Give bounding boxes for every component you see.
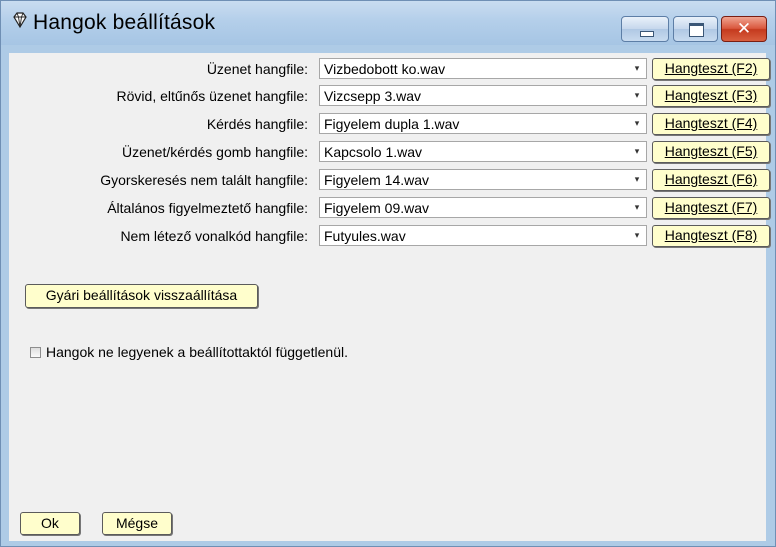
- select-value: Futyules.wav: [324, 228, 406, 244]
- sound-test-button-f4[interactable]: Hangteszt (F4): [652, 113, 770, 135]
- gem-icon: [13, 12, 27, 29]
- row-label-vonalkod: Nem létező vonalkód hangfile:: [120, 228, 308, 244]
- select-value: Kapcsolo 1.wav: [324, 144, 423, 160]
- sound-test-button-f8[interactable]: Hangteszt (F8): [652, 225, 770, 247]
- chevron-down-icon[interactable]: ▾: [630, 59, 644, 78]
- minimize-button[interactable]: [621, 16, 669, 42]
- chevron-down-icon[interactable]: ▾: [630, 142, 644, 161]
- independent-sounds-checkbox[interactable]: [30, 347, 41, 358]
- factory-reset-button[interactable]: Gyári beállítások visszaállítása: [25, 284, 258, 308]
- sound-select-altalanos[interactable]: Figyelem 09.wav ▾: [319, 197, 647, 218]
- dialog-client-area: Üzenet hangfile: Vizbedobott ko.wav ▾ Ha…: [9, 53, 770, 541]
- chevron-down-icon[interactable]: ▾: [630, 226, 644, 245]
- row-label-altalanos: Általános figyelmeztető hangfile:: [107, 200, 308, 216]
- select-value: Figyelem dupla 1.wav: [324, 116, 460, 132]
- sound-select-rovid[interactable]: Vizcsepp 3.wav ▾: [319, 85, 647, 106]
- row-label-gomb: Üzenet/kérdés gomb hangfile:: [122, 144, 308, 160]
- row-label-kerdes: Kérdés hangfile:: [206, 116, 308, 132]
- row-label-rovid: Rövid, eltűnős üzenet hangfile:: [116, 88, 308, 104]
- close-icon: ✕: [736, 19, 752, 39]
- row-label-uzenet: Üzenet hangfile:: [206, 61, 308, 77]
- cancel-button[interactable]: Mégse: [102, 512, 172, 535]
- sound-test-button-f5[interactable]: Hangteszt (F5): [652, 141, 770, 163]
- row-label-gyorskereses: Gyorskeresés nem talált hangfile:: [100, 172, 308, 188]
- sound-test-button-f7[interactable]: Hangteszt (F7): [652, 197, 770, 219]
- minimize-icon: [640, 31, 654, 37]
- sound-select-uzenet[interactable]: Vizbedobott ko.wav ▾: [319, 58, 647, 79]
- sound-test-button-f2[interactable]: Hangteszt (F2): [652, 58, 770, 80]
- checkbox-label[interactable]: Hangok ne legyenek a beállítottaktól füg…: [46, 344, 348, 360]
- sound-select-kerdes[interactable]: Figyelem dupla 1.wav ▾: [319, 113, 647, 134]
- select-value: Vizbedobott ko.wav: [324, 61, 446, 77]
- select-value: Vizcsepp 3.wav: [324, 88, 422, 104]
- maximize-icon: [689, 23, 704, 37]
- title-bar[interactable]: Hangok beállítások ✕: [1, 1, 775, 45]
- sound-settings-window: Hangok beállítások ✕ Üzenet hangfile: Vi…: [0, 0, 776, 547]
- chevron-down-icon[interactable]: ▾: [630, 86, 644, 105]
- ok-button[interactable]: Ok: [20, 512, 80, 535]
- select-value: Figyelem 14.wav: [324, 172, 430, 188]
- select-value: Figyelem 09.wav: [324, 200, 430, 216]
- maximize-button[interactable]: [673, 16, 718, 42]
- sound-test-button-f3[interactable]: Hangteszt (F3): [652, 85, 770, 107]
- window-title: Hangok beállítások: [33, 11, 216, 34]
- sound-test-button-f6[interactable]: Hangteszt (F6): [652, 169, 770, 191]
- sound-select-gomb[interactable]: Kapcsolo 1.wav ▾: [319, 141, 647, 162]
- chevron-down-icon[interactable]: ▾: [630, 114, 644, 133]
- chevron-down-icon[interactable]: ▾: [630, 170, 644, 189]
- sound-select-vonalkod[interactable]: Futyules.wav ▾: [319, 225, 647, 246]
- sound-select-gyorskereses[interactable]: Figyelem 14.wav ▾: [319, 169, 647, 190]
- close-button[interactable]: ✕: [721, 16, 767, 42]
- chevron-down-icon[interactable]: ▾: [630, 198, 644, 217]
